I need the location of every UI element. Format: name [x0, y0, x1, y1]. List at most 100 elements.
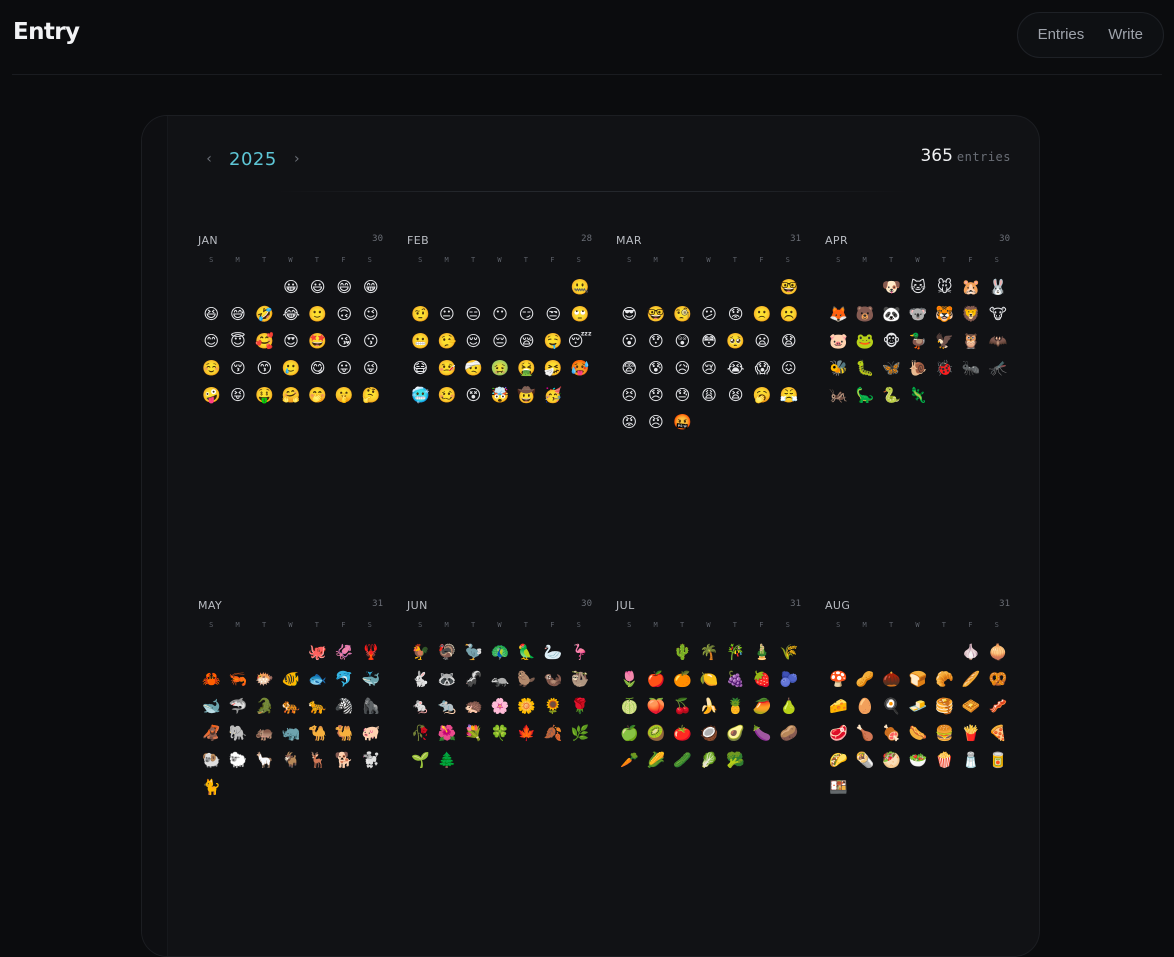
- day-entry[interactable]: 🍇: [722, 666, 749, 693]
- nav-entries-link[interactable]: Entries: [1026, 13, 1097, 57]
- day-entry[interactable]: 🦢: [540, 639, 567, 666]
- day-entry[interactable]: 🐑: [225, 747, 252, 774]
- day-entry[interactable]: 🦝: [434, 666, 461, 693]
- day-entry[interactable]: 🥖: [958, 666, 985, 693]
- day-entry[interactable]: 🌹: [567, 693, 594, 720]
- day-entry[interactable]: 🐊: [251, 693, 278, 720]
- day-entry[interactable]: 🥦: [722, 747, 749, 774]
- day-entry[interactable]: 😫: [722, 382, 749, 409]
- day-entry[interactable]: 🐏: [198, 747, 225, 774]
- day-entry[interactable]: 🥗: [905, 747, 932, 774]
- day-entry[interactable]: 🍌: [696, 693, 723, 720]
- day-entry[interactable]: 🌮: [825, 747, 852, 774]
- day-entry[interactable]: 🌵: [669, 639, 696, 666]
- day-entry[interactable]: 🦔: [460, 693, 487, 720]
- day-entry[interactable]: 🐐: [278, 747, 305, 774]
- day-entry[interactable]: 🍂: [540, 720, 567, 747]
- day-entry[interactable]: 😮: [616, 328, 643, 355]
- day-entry[interactable]: 🤥: [434, 328, 461, 355]
- day-entry[interactable]: 🥥: [696, 720, 723, 747]
- day-entry[interactable]: 🦗: [825, 382, 852, 409]
- day-entry[interactable]: 🍍: [722, 693, 749, 720]
- day-entry[interactable]: 🌾: [776, 639, 803, 666]
- day-entry[interactable]: 😋: [304, 355, 331, 382]
- day-entry[interactable]: 🥨: [985, 666, 1012, 693]
- day-entry[interactable]: 🍆: [749, 720, 776, 747]
- day-entry[interactable]: 🍱: [825, 774, 852, 801]
- day-entry[interactable]: 😷: [407, 355, 434, 382]
- day-entry[interactable]: 🌴: [696, 639, 723, 666]
- day-entry[interactable]: 😣: [616, 382, 643, 409]
- day-entry[interactable]: 🤔: [358, 382, 385, 409]
- day-entry[interactable]: 😜: [358, 355, 385, 382]
- day-entry[interactable]: 😯: [643, 328, 670, 355]
- day-entry[interactable]: 🤓: [643, 301, 670, 328]
- day-entry[interactable]: 🧄: [958, 639, 985, 666]
- day-entry[interactable]: 🥙: [878, 747, 905, 774]
- day-entry[interactable]: 🍏: [616, 720, 643, 747]
- day-entry[interactable]: 🌽: [643, 747, 670, 774]
- day-entry[interactable]: 😄: [331, 274, 358, 301]
- day-entry[interactable]: 🤫: [331, 382, 358, 409]
- day-entry[interactable]: 😢: [696, 355, 723, 382]
- day-entry[interactable]: 😗: [358, 328, 385, 355]
- day-entry[interactable]: 🦙: [251, 747, 278, 774]
- day-entry[interactable]: 🐅: [278, 693, 305, 720]
- day-entry[interactable]: 😃: [304, 274, 331, 301]
- day-entry[interactable]: 🦚: [487, 639, 514, 666]
- chevron-left-icon[interactable]: ‹: [199, 151, 219, 167]
- day-entry[interactable]: 🥰: [251, 328, 278, 355]
- day-entry[interactable]: 🤗: [278, 382, 305, 409]
- day-entry[interactable]: 🦌: [304, 747, 331, 774]
- day-entry[interactable]: 😞: [643, 382, 670, 409]
- day-entry[interactable]: 🍐: [776, 693, 803, 720]
- day-entry[interactable]: 🙂: [304, 301, 331, 328]
- day-entry[interactable]: 🤮: [513, 355, 540, 382]
- nav-write-link[interactable]: Write: [1096, 13, 1155, 57]
- day-entry[interactable]: 🐵: [878, 328, 905, 355]
- day-entry[interactable]: 🤨: [407, 301, 434, 328]
- day-entry[interactable]: 🌱: [407, 747, 434, 774]
- day-entry[interactable]: 🥞: [931, 693, 958, 720]
- day-entry[interactable]: 🦩: [567, 639, 594, 666]
- day-entry[interactable]: 🥺: [722, 328, 749, 355]
- day-entry[interactable]: 😐: [434, 301, 461, 328]
- day-entry[interactable]: 🍖: [878, 720, 905, 747]
- day-entry[interactable]: 🐰: [985, 274, 1012, 301]
- day-entry[interactable]: 😆: [198, 301, 225, 328]
- day-entry[interactable]: 😑: [460, 301, 487, 328]
- day-entry[interactable]: 🦡: [487, 666, 514, 693]
- day-entry[interactable]: 🙁: [749, 301, 776, 328]
- day-entry[interactable]: 🧂: [958, 747, 985, 774]
- day-entry[interactable]: 🤓: [776, 274, 803, 301]
- day-entry[interactable]: 🐶: [878, 274, 905, 301]
- day-entry[interactable]: ☹️: [776, 301, 803, 328]
- day-entry[interactable]: 🌼: [513, 693, 540, 720]
- day-entry[interactable]: 🐌: [905, 355, 932, 382]
- day-entry[interactable]: 🦈: [225, 693, 252, 720]
- day-entry[interactable]: 🦏: [278, 720, 305, 747]
- chevron-right-icon[interactable]: ›: [287, 151, 307, 167]
- day-entry[interactable]: 🐛: [852, 355, 879, 382]
- day-entry[interactable]: 🌷: [616, 666, 643, 693]
- day-entry[interactable]: 🍅: [669, 720, 696, 747]
- day-entry[interactable]: 🦑: [331, 639, 358, 666]
- day-entry[interactable]: 🥲: [278, 355, 305, 382]
- day-entry[interactable]: 🥚: [852, 693, 879, 720]
- day-entry[interactable]: 🤠: [513, 382, 540, 409]
- day-entry[interactable]: 🙃: [331, 301, 358, 328]
- day-entry[interactable]: 🍳: [878, 693, 905, 720]
- day-entry[interactable]: 🐱: [905, 274, 932, 301]
- day-entry[interactable]: 🐞: [931, 355, 958, 382]
- day-entry[interactable]: 🍑: [643, 693, 670, 720]
- day-entry[interactable]: 😨: [616, 355, 643, 382]
- day-entry[interactable]: 🐩: [358, 747, 385, 774]
- day-entry[interactable]: 🥬: [696, 747, 723, 774]
- day-entry[interactable]: 🍞: [905, 666, 932, 693]
- day-entry[interactable]: 😙: [251, 355, 278, 382]
- day-entry[interactable]: 🐙: [304, 639, 331, 666]
- day-entry[interactable]: 😥: [669, 355, 696, 382]
- day-entry[interactable]: 🐷: [825, 328, 852, 355]
- day-entry[interactable]: 🤐: [567, 274, 594, 301]
- day-entry[interactable]: 🤕: [460, 355, 487, 382]
